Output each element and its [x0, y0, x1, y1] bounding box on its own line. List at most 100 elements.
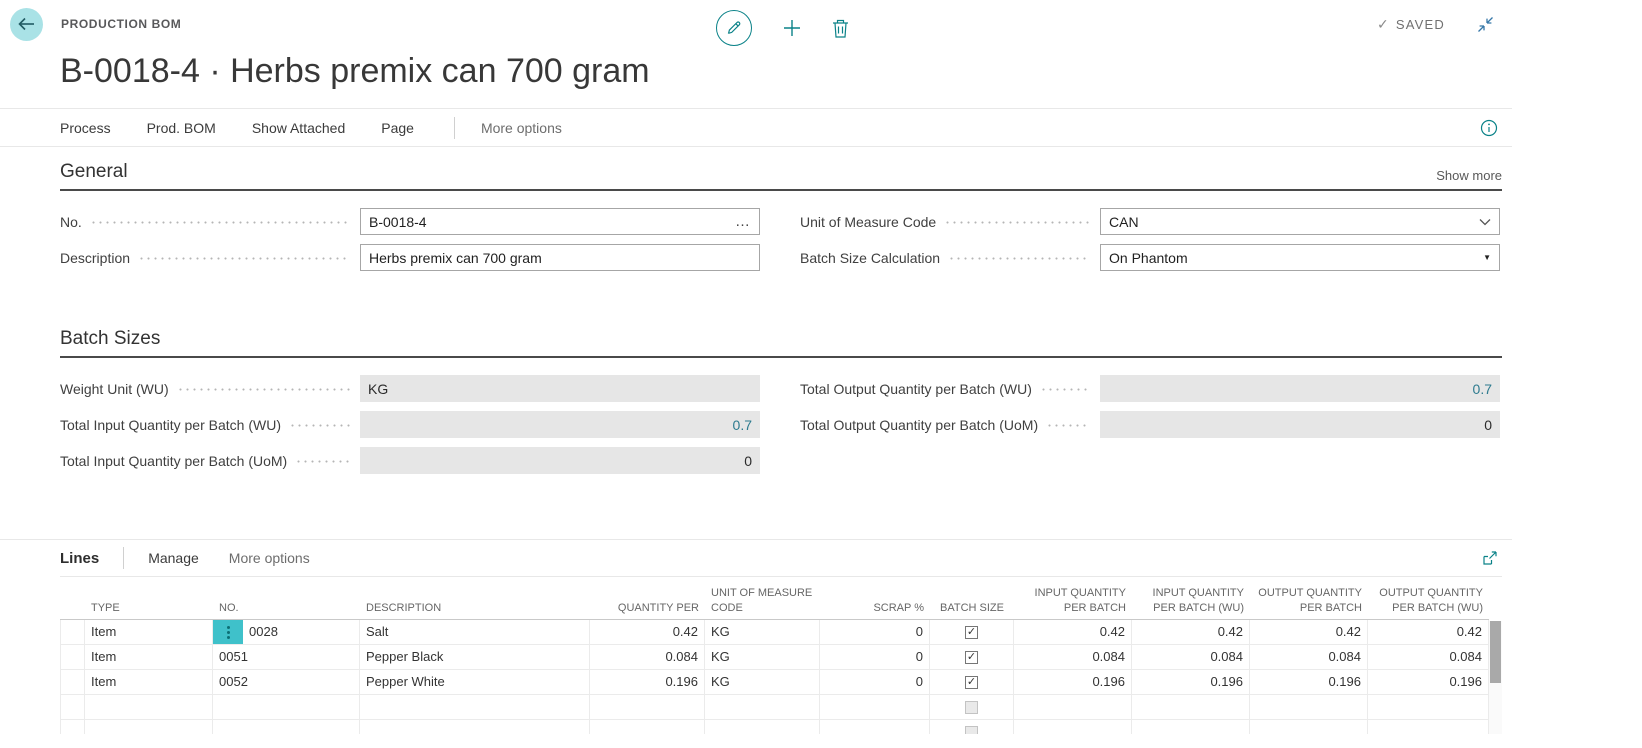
column-header-no[interactable]: NO.	[213, 601, 360, 619]
cell-scrap[interactable]	[820, 695, 930, 719]
cell-uom[interactable]	[705, 695, 820, 719]
cell-batch-size[interactable]: ✓	[930, 620, 1014, 644]
cell-description[interactable]: Pepper White	[360, 670, 590, 694]
row-selector[interactable]	[60, 720, 85, 734]
vertical-scrollbar[interactable]	[1489, 621, 1502, 734]
cell-no[interactable]: 0028	[213, 620, 360, 644]
batch-size-checkbox[interactable]: ✓	[965, 626, 978, 639]
cell-scrap[interactable]: 0	[820, 645, 930, 669]
cell-batch-size[interactable]	[930, 720, 1014, 734]
scrollbar-thumb[interactable]	[1490, 621, 1501, 683]
cell-input-qty[interactable]: 0.084	[1014, 645, 1132, 669]
menu-item-show-attached[interactable]: Show Attached	[252, 120, 345, 136]
cell-batch-size[interactable]: ✓	[930, 670, 1014, 694]
description-input[interactable]: Herbs premix can 700 gram	[360, 244, 760, 271]
collapse-button[interactable]	[1473, 12, 1498, 37]
active-cell-menu[interactable]	[213, 620, 243, 644]
more-options-button[interactable]: More options	[481, 120, 562, 136]
cell-uom[interactable]: KG	[705, 670, 820, 694]
table-row[interactable]: Item0052Pepper White0.196KG0✓0.1960.1960…	[60, 670, 1489, 695]
cell-type[interactable]	[85, 720, 213, 734]
cell-uom[interactable]	[705, 720, 820, 734]
cell-input-qty[interactable]	[1014, 720, 1132, 734]
column-header-input-qty-wu[interactable]: INPUT QUANTITY PER BATCH (WU)	[1132, 586, 1250, 619]
table-row-empty[interactable]	[60, 695, 1489, 720]
table-row[interactable]: Item0028Salt0.42KG0✓0.420.420.420.42	[60, 620, 1489, 645]
unit-of-measure-combobox[interactable]: CAN	[1100, 208, 1500, 235]
drilldown-link[interactable]: 0.7	[733, 417, 752, 433]
column-header-description[interactable]: DESCRIPTION	[360, 601, 590, 619]
table-row-empty[interactable]	[60, 720, 1489, 734]
column-header-quantity-per[interactable]: QUANTITY PER	[590, 601, 705, 619]
cell-input-qty-wu[interactable]: 0.196	[1132, 670, 1250, 694]
cell-type[interactable]: Item	[85, 670, 213, 694]
cell-output-qty-wu[interactable]: 0.084	[1368, 645, 1489, 669]
cell-output-qty[interactable]	[1250, 695, 1368, 719]
cell-type[interactable]: Item	[85, 620, 213, 644]
new-button[interactable]	[778, 14, 806, 42]
menu-item-page[interactable]: Page	[381, 120, 414, 136]
column-header-type[interactable]: TYPE	[85, 601, 213, 619]
cell-output-qty-wu[interactable]: 0.42	[1368, 620, 1489, 644]
cell-input-qty-wu[interactable]	[1132, 695, 1250, 719]
menu-item-prod-bom[interactable]: Prod. BOM	[147, 120, 216, 136]
row-selector[interactable]	[60, 695, 85, 719]
cell-no[interactable]	[213, 695, 360, 719]
batch-size-calculation-select[interactable]: On Phantom ▼	[1100, 244, 1500, 271]
cell-uom[interactable]: KG	[705, 620, 820, 644]
column-header-uom[interactable]: UNIT OF MEASURE CODE	[705, 586, 820, 619]
column-header-input-qty[interactable]: INPUT QUANTITY PER BATCH	[1014, 586, 1132, 619]
column-header-batch-size[interactable]: BATCH SIZE	[930, 601, 1014, 619]
batch-size-checkbox[interactable]: ✓	[965, 651, 978, 664]
cell-scrap[interactable]: 0	[820, 670, 930, 694]
cell-input-qty-wu[interactable]	[1132, 720, 1250, 734]
cell-quantity-per[interactable]	[590, 720, 705, 734]
row-selector[interactable]	[60, 620, 85, 644]
cell-output-qty[interactable]: 0.42	[1250, 620, 1368, 644]
cell-no[interactable]: 0051	[213, 645, 360, 669]
manage-button[interactable]: Manage	[148, 550, 199, 566]
cell-quantity-per[interactable]	[590, 695, 705, 719]
edit-button[interactable]	[712, 6, 756, 50]
cell-input-qty[interactable]: 0.196	[1014, 670, 1132, 694]
row-selector[interactable]	[60, 645, 85, 669]
cell-output-qty[interactable]: 0.196	[1250, 670, 1368, 694]
cell-quantity-per[interactable]: 0.084	[590, 645, 705, 669]
focus-mode-button[interactable]	[1478, 546, 1502, 570]
cell-output-qty[interactable]: 0.084	[1250, 645, 1368, 669]
back-button[interactable]	[10, 8, 43, 41]
cell-no[interactable]: 0052	[213, 670, 360, 694]
cell-input-qty-wu[interactable]: 0.084	[1132, 645, 1250, 669]
cell-no[interactable]	[213, 720, 360, 734]
batch-size-checkbox[interactable]: ✓	[965, 676, 978, 689]
no-input[interactable]: B-0018-4 …	[360, 208, 760, 235]
cell-description[interactable]: Pepper Black	[360, 645, 590, 669]
cell-input-qty-wu[interactable]: 0.42	[1132, 620, 1250, 644]
column-header-scrap[interactable]: SCRAP %	[820, 601, 930, 619]
delete-button[interactable]	[828, 15, 853, 42]
cell-output-qty[interactable]	[1250, 720, 1368, 734]
cell-output-qty-wu[interactable]	[1368, 720, 1489, 734]
cell-input-qty[interactable]	[1014, 695, 1132, 719]
column-header-output-qty-wu[interactable]: OUTPUT QUANTITY PER BATCH (WU)	[1368, 586, 1489, 619]
cell-input-qty[interactable]: 0.42	[1014, 620, 1132, 644]
cell-uom[interactable]: KG	[705, 645, 820, 669]
cell-type[interactable]	[85, 695, 213, 719]
lines-more-options-button[interactable]: More options	[229, 550, 310, 566]
info-button[interactable]	[1476, 115, 1502, 141]
cell-batch-size[interactable]	[930, 695, 1014, 719]
menu-item-process[interactable]: Process	[60, 120, 111, 136]
batch-size-checkbox[interactable]	[965, 701, 978, 714]
cell-description[interactable]	[360, 720, 590, 734]
column-header-output-qty[interactable]: OUTPUT QUANTITY PER BATCH	[1250, 586, 1368, 619]
cell-quantity-per[interactable]: 0.42	[590, 620, 705, 644]
cell-output-qty-wu[interactable]	[1368, 695, 1489, 719]
cell-type[interactable]: Item	[85, 645, 213, 669]
batch-size-checkbox[interactable]	[965, 726, 978, 735]
cell-description[interactable]: Salt	[360, 620, 590, 644]
cell-output-qty-wu[interactable]: 0.196	[1368, 670, 1489, 694]
cell-batch-size[interactable]: ✓	[930, 645, 1014, 669]
assist-edit-button[interactable]: …	[735, 217, 751, 227]
cell-description[interactable]	[360, 695, 590, 719]
show-more-link[interactable]: Show more	[1436, 168, 1502, 183]
